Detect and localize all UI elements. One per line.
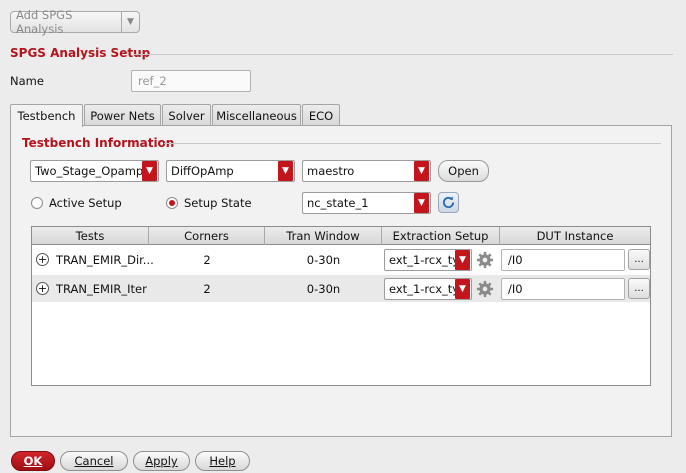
tran-window-value: 0-30n	[306, 281, 341, 296]
extraction-settings-button[interactable]	[476, 246, 494, 273]
table-header: Tests Corners Tran Window Extraction Set…	[32, 227, 650, 245]
add-analysis-combo-text: Add SPGS Analysis	[16, 8, 73, 36]
browse-dut-button[interactable]: ...	[628, 249, 650, 270]
setup-state-combo-text: nc_state_1	[307, 196, 369, 210]
apply-label: Apply	[145, 454, 178, 468]
refresh-button[interactable]	[438, 192, 459, 213]
setup-state-option[interactable]: Setup State	[166, 196, 252, 210]
active-setup-radio[interactable]	[31, 197, 43, 209]
library-combo-text: Two_Stage_Opamp	[35, 164, 142, 178]
extraction-setup-combo[interactable]: ext_1-rcx_typ ▼	[384, 277, 472, 300]
cancel-button[interactable]: Cancel	[60, 451, 128, 471]
tab-eco[interactable]: ECO	[302, 104, 340, 126]
corners-value: 2	[203, 252, 211, 267]
chevron-down-icon: ▼	[455, 249, 470, 270]
extraction-setup-text: ext_1-rcx_typ	[389, 281, 455, 296]
extraction-settings-button[interactable]	[476, 275, 494, 302]
column-header-extraction-setup[interactable]: Extraction Setup	[382, 227, 500, 245]
extraction-setup-text: ext_1-rcx_typ	[389, 252, 455, 267]
active-setup-label: Active Setup	[49, 196, 122, 210]
library-combo[interactable]: Two_Stage_Opamp ▼	[30, 160, 159, 182]
view-combo-text: maestro	[307, 164, 355, 178]
name-field[interactable]: ref_2	[131, 70, 251, 92]
ok-label: OK	[23, 454, 43, 468]
chevron-down-icon: ▼	[142, 161, 157, 181]
cell-combo[interactable]: DiffOpAmp ▼	[166, 160, 295, 182]
tab-miscellaneous[interactable]: Miscellaneous	[212, 104, 301, 126]
cell-combo-text: DiffOpAmp	[171, 164, 234, 178]
tests-table: Tests Corners Tran Window Extraction Set…	[31, 226, 651, 386]
tab-testbench[interactable]: Testbench	[10, 104, 83, 127]
cancel-label: Cancel	[74, 454, 114, 468]
refresh-icon	[442, 196, 455, 209]
chevron-down-icon: ▼	[414, 161, 429, 181]
chevron-down-icon: ▼	[278, 161, 293, 181]
column-header-corners[interactable]: Corners	[149, 227, 265, 245]
expand-row-button[interactable]: +	[36, 246, 49, 273]
tab-power-nets[interactable]: Power Nets	[84, 104, 161, 126]
corners-value: 2	[203, 281, 211, 296]
help-label: Help	[209, 454, 236, 468]
table-row[interactable]: + TRAN_EMIR_Iter 2 0-30n ext_1-rcx_typ ▼	[32, 275, 650, 302]
open-button[interactable]: Open	[438, 160, 489, 182]
section-title: SPGS Analysis Setup	[10, 46, 151, 60]
setup-state-combo[interactable]: nc_state_1 ▼	[302, 192, 431, 214]
gear-icon	[476, 280, 494, 297]
test-name: TRAN_EMIR_Dir...	[56, 252, 154, 267]
gear-icon	[476, 251, 494, 268]
plus-icon: +	[36, 253, 49, 266]
setup-state-radio[interactable]	[166, 197, 178, 209]
tran-window-value: 0-30n	[306, 252, 341, 267]
dut-instance-field[interactable]: /I0	[501, 248, 625, 271]
column-header-dut-instance[interactable]: DUT Instance	[500, 227, 650, 245]
dut-instance-field[interactable]: /I0	[501, 277, 625, 300]
section-divider	[133, 54, 673, 55]
browse-dut-button[interactable]: ...	[628, 278, 650, 299]
extraction-setup-combo[interactable]: ext_1-rcx_typ ▼	[384, 248, 472, 271]
testbench-divider	[164, 143, 661, 144]
testbench-info-title: Testbench Information	[22, 136, 175, 150]
column-header-tests[interactable]: Tests	[32, 227, 149, 245]
column-header-tran-window[interactable]: Tran Window	[265, 227, 382, 245]
chevron-down-icon: ▼	[414, 193, 429, 213]
add-analysis-combo[interactable]: Add SPGS Analysis ▼	[10, 8, 140, 36]
test-name: TRAN_EMIR_Iter	[56, 281, 147, 296]
plus-icon: +	[36, 282, 49, 295]
ok-button[interactable]: OK	[11, 451, 55, 471]
expand-row-button[interactable]: +	[36, 275, 49, 302]
table-row[interactable]: + TRAN_EMIR_Dir... 2 0-30n ext_1-rcx_typ…	[32, 246, 650, 273]
tab-solver[interactable]: Solver	[162, 104, 211, 126]
setup-state-label: Setup State	[184, 196, 252, 210]
chevron-down-icon: ▼	[455, 278, 470, 299]
view-combo[interactable]: maestro ▼	[302, 160, 431, 182]
help-button[interactable]: Help	[195, 451, 250, 471]
apply-button[interactable]: Apply	[133, 451, 190, 471]
active-setup-option[interactable]: Active Setup	[31, 196, 122, 210]
chevron-down-icon: ▼	[121, 12, 139, 32]
name-label: Name	[10, 74, 44, 88]
